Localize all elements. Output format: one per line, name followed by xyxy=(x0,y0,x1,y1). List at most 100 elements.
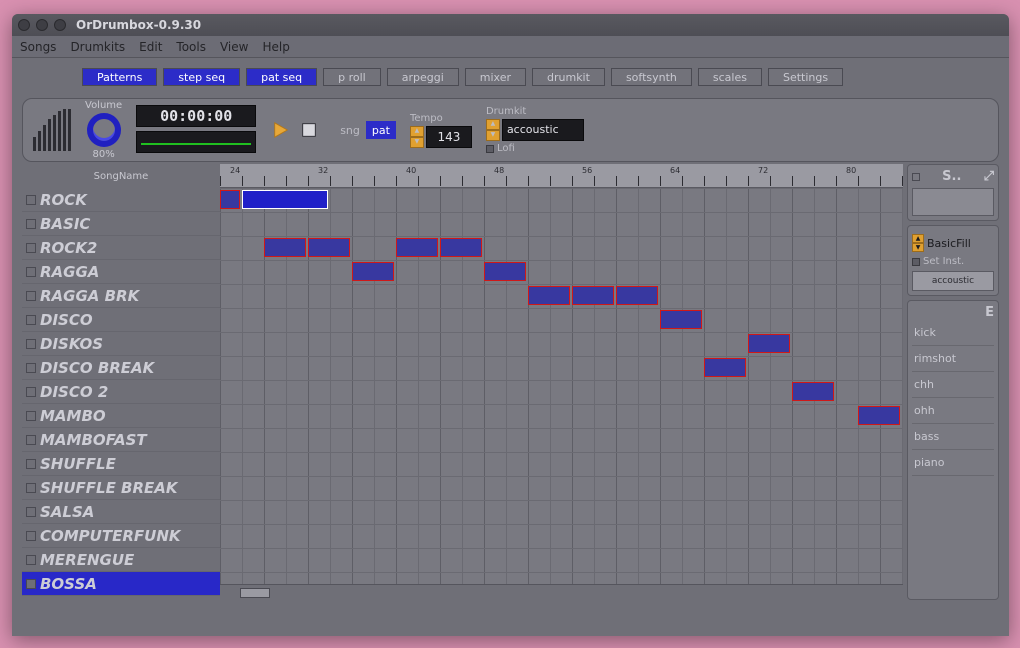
accoustic-button[interactable]: accoustic xyxy=(912,271,994,291)
sequence-block[interactable] xyxy=(440,238,482,257)
pattern-row[interactable]: RAGGA BRK xyxy=(22,284,220,308)
sequence-block[interactable] xyxy=(220,190,240,209)
sequence-grid[interactable] xyxy=(220,188,903,600)
sequence-block[interactable] xyxy=(396,238,438,257)
sequence-block[interactable] xyxy=(858,406,900,425)
instrument-item[interactable]: piano xyxy=(912,450,994,476)
sequence-block[interactable] xyxy=(352,262,394,281)
tab-drumkit[interactable]: drumkit xyxy=(532,68,605,86)
pattern-checkbox[interactable] xyxy=(26,363,36,373)
fill-spinner[interactable]: ▲▼ xyxy=(912,234,924,252)
expand-icon[interactable]: ⤢ xyxy=(984,169,994,184)
tab-settings[interactable]: Settings xyxy=(768,68,843,86)
sequence-block[interactable] xyxy=(308,238,350,257)
menu-help[interactable]: Help xyxy=(262,40,289,54)
sequence-block[interactable] xyxy=(572,286,614,305)
pattern-checkbox[interactable] xyxy=(26,267,36,277)
sng-pat-toggle[interactable]: sng pat xyxy=(334,121,396,139)
drumkit-spinner[interactable]: ▲▼ xyxy=(486,119,500,141)
tab-patterns[interactable]: Patterns xyxy=(82,68,157,86)
pattern-checkbox[interactable] xyxy=(26,507,36,517)
menu-edit[interactable]: Edit xyxy=(139,40,162,54)
volume-knob[interactable] xyxy=(87,113,121,147)
pattern-checkbox[interactable] xyxy=(26,459,36,469)
drumkit-label: Drumkit xyxy=(486,106,584,117)
minimize-icon[interactable] xyxy=(36,19,48,31)
pattern-row[interactable]: BOSSA xyxy=(22,572,220,596)
pattern-row[interactable]: SHUFFLE xyxy=(22,452,220,476)
pattern-checkbox[interactable] xyxy=(26,219,36,229)
sequence-block[interactable] xyxy=(660,310,702,329)
pattern-row[interactable]: SHUFFLE BREAK xyxy=(22,476,220,500)
pattern-checkbox[interactable] xyxy=(26,387,36,397)
sng-option[interactable]: sng xyxy=(334,121,366,139)
pattern-row[interactable]: DISCO 2 xyxy=(22,380,220,404)
pattern-checkbox[interactable] xyxy=(26,339,36,349)
tab-scales[interactable]: scales xyxy=(698,68,762,86)
sequence-block[interactable] xyxy=(792,382,834,401)
instrument-item[interactable]: chh xyxy=(912,372,994,398)
progress-bar[interactable] xyxy=(136,131,256,153)
pattern-checkbox[interactable] xyxy=(26,315,36,325)
pattern-row[interactable]: COMPUTERFUNK xyxy=(22,524,220,548)
pattern-checkbox[interactable] xyxy=(26,579,36,589)
pattern-row[interactable]: BASIC xyxy=(22,212,220,236)
pattern-row[interactable]: RAGGA xyxy=(22,260,220,284)
play-button[interactable] xyxy=(270,119,292,141)
close-icon[interactable] xyxy=(18,19,30,31)
sequence-block[interactable] xyxy=(704,358,746,377)
sequence-block[interactable] xyxy=(242,190,328,209)
maximize-icon[interactable] xyxy=(54,19,66,31)
tempo-spinner[interactable]: ▲▼ xyxy=(410,126,424,148)
pattern-row[interactable]: ROCK2 xyxy=(22,236,220,260)
lofi-checkbox[interactable]: Lofi xyxy=(486,143,584,154)
sequence-block[interactable] xyxy=(484,262,526,281)
tab-softsynth[interactable]: softsynth xyxy=(611,68,692,86)
h-scrollbar[interactable] xyxy=(220,584,903,600)
menu-drumkits[interactable]: Drumkits xyxy=(70,40,125,54)
pattern-row[interactable]: DISKOS xyxy=(22,332,220,356)
sequence-block[interactable] xyxy=(616,286,658,305)
transport-panel: Volume 80% 00:00:00 sng pat Tempo ▲▼ 143 xyxy=(22,98,999,162)
instrument-item[interactable]: rimshot xyxy=(912,346,994,372)
pattern-row[interactable]: ROCK xyxy=(22,188,220,212)
pattern-row[interactable]: DISCO xyxy=(22,308,220,332)
menu-songs[interactable]: Songs xyxy=(20,40,56,54)
menu-view[interactable]: View xyxy=(220,40,248,54)
pattern-checkbox[interactable] xyxy=(26,291,36,301)
tab-p-roll[interactable]: p roll xyxy=(323,68,381,86)
setinst-checkbox[interactable]: Set Inst. xyxy=(912,256,994,267)
menu-tools[interactable]: Tools xyxy=(176,40,206,54)
instrument-item[interactable]: kick xyxy=(912,320,994,346)
tab-step-seq[interactable]: step seq xyxy=(163,68,240,86)
pattern-row[interactable]: MAMBOFAST xyxy=(22,428,220,452)
pattern-checkbox[interactable] xyxy=(26,531,36,541)
sequence-block[interactable] xyxy=(748,334,790,353)
instrument-item[interactable]: bass xyxy=(912,424,994,450)
tabbar: Patterns step seq pat seq p roll arpeggi mixe… xyxy=(12,62,1009,92)
tab-pat-seq[interactable]: pat seq xyxy=(246,68,317,86)
pattern-checkbox[interactable] xyxy=(26,243,36,253)
pattern-checkbox[interactable] xyxy=(26,195,36,205)
tempo-field[interactable]: 143 xyxy=(426,126,472,148)
scroll-thumb[interactable] xyxy=(240,588,270,598)
sequence-block[interactable] xyxy=(264,238,306,257)
pattern-checkbox[interactable] xyxy=(26,483,36,493)
pattern-row[interactable]: MAMBO xyxy=(22,404,220,428)
pattern-row[interactable]: MERENGUE xyxy=(22,548,220,572)
sequence-block[interactable] xyxy=(528,286,570,305)
pat-option[interactable]: pat xyxy=(366,121,396,139)
tab-arpeggi[interactable]: arpeggi xyxy=(387,68,459,86)
pattern-checkbox[interactable] xyxy=(26,411,36,421)
instrument-item[interactable]: ohh xyxy=(912,398,994,424)
stop-button[interactable] xyxy=(298,119,320,141)
titlebar[interactable]: OrDrumbox-0.9.30 xyxy=(12,14,1009,36)
pattern-checkbox[interactable] xyxy=(26,555,36,565)
pattern-row[interactable]: DISCO BREAK xyxy=(22,356,220,380)
pattern-row[interactable]: SALSA xyxy=(22,500,220,524)
panel-toggle-icon[interactable] xyxy=(912,173,920,181)
pattern-checkbox[interactable] xyxy=(26,435,36,445)
drumkit-field[interactable]: accoustic xyxy=(502,119,584,141)
tab-mixer[interactable]: mixer xyxy=(465,68,526,86)
timeline-ruler[interactable]: 2432404856647280 xyxy=(220,164,903,188)
